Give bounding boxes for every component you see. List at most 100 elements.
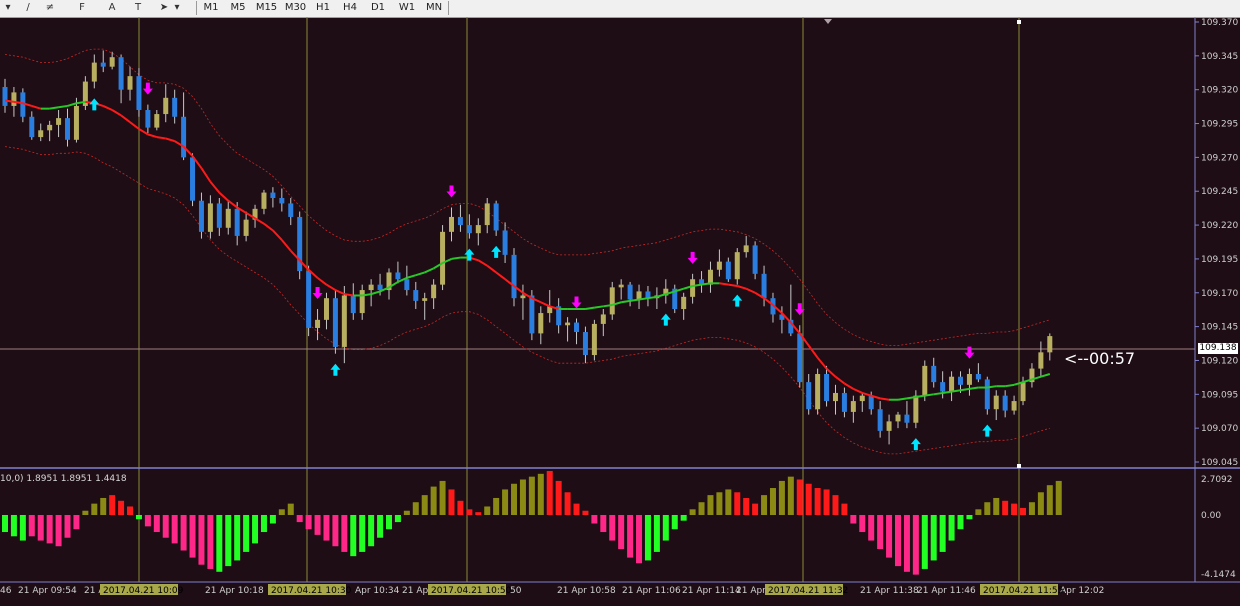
histogram-bar (55, 515, 62, 547)
histogram-bar (421, 495, 428, 515)
ma-segment (861, 391, 872, 397)
histogram-bar (91, 503, 98, 515)
ma-segment (594, 305, 604, 309)
ma-segment (209, 181, 221, 194)
histogram-bar (385, 515, 392, 530)
price-tick-label: 109.170 (1201, 289, 1238, 299)
chevron-down-icon[interactable]: ▾ (0, 1, 16, 15)
ma-segment (102, 105, 113, 111)
histogram-bar (269, 515, 276, 524)
candle-body (466, 225, 472, 234)
ma-segment (31, 104, 42, 110)
candle-body (966, 374, 972, 385)
ma-segment (701, 282, 711, 286)
text-icon[interactable]: T (130, 1, 146, 15)
timeframe-m1[interactable]: M1 (199, 0, 223, 16)
histogram-bar (225, 515, 232, 567)
timeframe-h1[interactable]: H1 (311, 0, 335, 16)
ma-segment (254, 217, 265, 225)
timeframe-m5[interactable]: M5 (226, 0, 250, 16)
ma-segment (942, 390, 952, 394)
price-chart[interactable]: 109.370 109.345 109.320 109.295 109.270 109.2… (0, 17, 1240, 606)
ma-segment (334, 289, 345, 296)
candle-body (582, 332, 588, 356)
candle-body (1002, 395, 1008, 411)
candle-body (65, 118, 71, 140)
ma-segment (156, 136, 166, 140)
candle-body (190, 157, 196, 201)
candle-body (716, 261, 722, 270)
histogram-bar (653, 515, 660, 552)
histogram-bar (350, 515, 357, 557)
candle-body (440, 231, 446, 285)
histogram-bar (689, 509, 696, 515)
indicator-tick-label: 2.7092 (1201, 475, 1233, 485)
candle-body (207, 203, 213, 232)
histogram-bar (957, 515, 964, 530)
price-tick-label: 109.295 (1201, 120, 1238, 130)
histogram-bar (475, 512, 482, 515)
channel-icon[interactable]: ≠ (42, 1, 58, 15)
histogram-bar (814, 488, 821, 515)
ma-segment (67, 102, 77, 107)
histogram-bar (1002, 500, 1009, 515)
histogram-bar (234, 515, 241, 561)
sell-arrow-icon (142, 82, 153, 95)
sell-arrow-icon (687, 251, 698, 264)
histogram-bar (1011, 503, 1018, 515)
histogram-bar (466, 509, 473, 515)
histogram-bar (903, 515, 910, 572)
candle-body (520, 295, 526, 299)
chevron-down-icon[interactable]: ▾ (172, 1, 182, 15)
timeframe-mn[interactable]: MN (422, 0, 446, 16)
buy-arrow-icon (982, 424, 993, 437)
ma-segment (111, 109, 122, 117)
candle-body (332, 298, 338, 347)
histogram-bar (278, 509, 285, 515)
time-label: 21 Apr 11:46 (917, 586, 976, 596)
histogram-bar (359, 515, 366, 552)
candle-body (913, 395, 919, 423)
histogram-bar (243, 515, 250, 552)
candle-body (216, 203, 222, 228)
timeframe-m30[interactable]: M30 (282, 0, 309, 16)
histogram-bar (207, 515, 214, 569)
candle-body (234, 208, 240, 236)
timeframe-d1[interactable]: D1 (366, 0, 390, 16)
histogram-bar (394, 515, 401, 523)
histogram-bar (171, 515, 178, 544)
histogram-bar (323, 515, 330, 541)
arrow-tool-icon[interactable]: ➤ (156, 1, 172, 15)
candle-body (850, 401, 856, 412)
draw-shapes-icon[interactable]: A (104, 1, 120, 15)
ma-segment (1040, 373, 1051, 378)
histogram-bar (868, 515, 875, 541)
toolbar-separator (448, 1, 449, 15)
histogram-bar (511, 483, 518, 515)
ma-segment (585, 306, 595, 311)
price-tick-label: 109.270 (1201, 153, 1238, 163)
fibonacci-icon[interactable]: F (74, 1, 90, 15)
candle-body (922, 365, 928, 396)
histogram-bar (823, 489, 830, 515)
candle-body (225, 208, 231, 228)
timeframe-m15[interactable]: M15 (253, 0, 280, 16)
histogram-bar (198, 515, 205, 565)
line-icon[interactable]: / (20, 1, 36, 15)
candle-body (761, 273, 767, 299)
time-label: 21 Apr 10:18 (205, 586, 264, 596)
histogram-bar (377, 515, 384, 538)
candle-body (368, 284, 374, 291)
histogram-bar (698, 502, 705, 515)
candle-body (931, 365, 937, 383)
time-highlight-label: 2017.04.21 11:32 (768, 586, 848, 596)
ma-segment (495, 271, 506, 281)
ma-segment (129, 121, 140, 130)
candle-body (904, 414, 910, 423)
timeframe-w1[interactable]: W1 (395, 0, 419, 16)
ma-segment (165, 137, 175, 143)
candle-body (797, 333, 803, 383)
candle-body (877, 409, 883, 431)
histogram-bar (1020, 507, 1027, 515)
timeframe-h4[interactable]: H4 (338, 0, 362, 16)
